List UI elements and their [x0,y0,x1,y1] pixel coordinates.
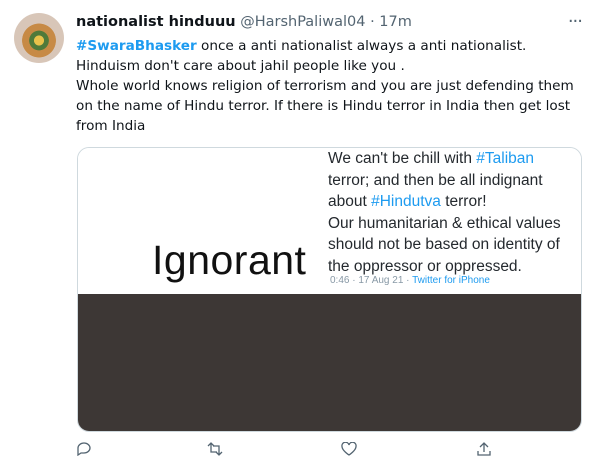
tweet-time[interactable]: 17m [379,14,412,30]
embedded-tweet-text: We can't be chill with #Taliban terror; … [328,148,578,277]
embedded-source: Twitter for iPhone [412,275,490,286]
tweet-text: #SwaraBhasker once a anti nationalist al… [76,36,586,136]
media-card[interactable]: Ignorant We can't be chill with #Taliban… [77,147,582,432]
like-icon[interactable] [341,441,359,456]
avatar[interactable] [14,13,64,63]
action-bar [76,441,586,457]
share-icon[interactable] [476,442,494,456]
embedded-hashtag-hindutva: #Hindutva [371,193,441,210]
media-image-top: Ignorant We can't be chill with #Taliban… [78,148,581,294]
hashtag-link[interactable]: #SwaraBhasker [76,38,197,54]
more-options-icon[interactable]: ··· [568,11,583,32]
display-name[interactable]: nationalist hinduuu [76,14,236,30]
embedded-text-part: We can't be chill with [328,150,477,167]
retweet-icon[interactable] [206,442,224,456]
tweet-line-1: once a anti nationalist always a anti na… [196,38,527,54]
embedded-tweet-meta: 0:46 · 17 Aug 21 · Twitter for iPhone [330,275,490,286]
tweet[interactable]: nationalist hinduuu @HarshPaliwal04 · 17… [0,0,602,457]
tweet-line-3: Whole world knows religion of terrorism … [76,78,574,134]
embedded-time: 0:46 · 17 Aug 21 · [330,275,413,286]
embedded-text-rest: Our humanitarian & ethical values should… [328,214,561,275]
user-handle[interactable]: @HarshPaliwal04 [240,14,365,30]
embedded-hashtag-taliban: #Taliban [476,150,535,167]
separator-dot: · [370,14,375,30]
ignorant-text: Ignorant [152,237,307,283]
tweet-header: nationalist hinduuu @HarshPaliwal04 · 17… [76,12,412,32]
tweet-line-2: Hinduism don't care about jahil people l… [76,58,405,74]
embedded-text-part: terror! [440,193,487,210]
reply-icon[interactable] [76,442,94,457]
media-image-bottom [78,294,581,431]
